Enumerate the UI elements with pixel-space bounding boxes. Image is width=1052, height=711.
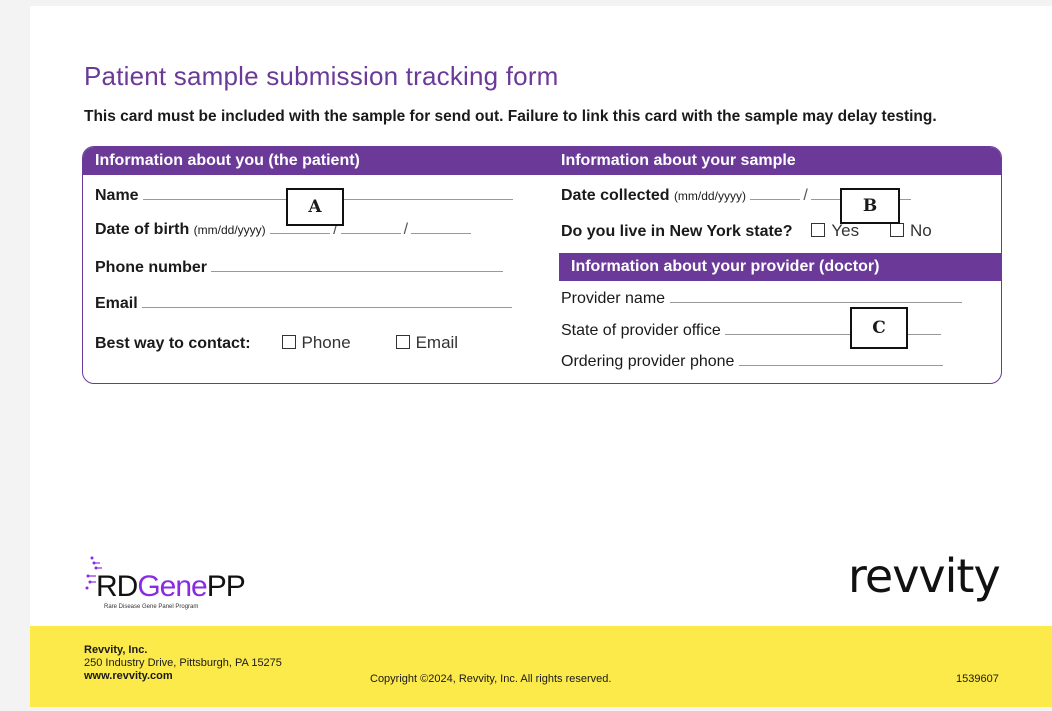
patient-dob-row: Date of birth (mm/dd/yyyy) / / xyxy=(95,221,472,239)
marker-a: A xyxy=(286,188,344,226)
contact-email-checkbox[interactable] xyxy=(395,335,410,349)
logo-tagline: Rare Disease Gene Panel Program xyxy=(104,604,199,610)
patient-email-row: Email xyxy=(95,295,513,313)
logo-wordmark: RDGenePP xyxy=(96,570,246,604)
provider-section-header: Information about your provider (doctor) xyxy=(559,253,1001,281)
patient-dob-format: (mm/dd/yyyy) xyxy=(193,223,266,237)
patient-email-field[interactable] xyxy=(142,306,513,308)
form-subtitle: This card must be included with the samp… xyxy=(84,108,937,125)
ny-no-checkbox[interactable] xyxy=(890,223,905,237)
patient-dob-label: Date of birth xyxy=(95,221,190,238)
patient-dob-month-field[interactable] xyxy=(270,232,331,234)
date-separator: / xyxy=(403,221,409,238)
footer-website-link[interactable]: www.revvity.com xyxy=(84,670,173,682)
sample-date-label: Date collected xyxy=(561,187,670,204)
provider-state-field[interactable] xyxy=(725,333,942,335)
footer-address: 250 Industry Drive, Pittsburgh, PA 15275 xyxy=(84,657,282,669)
date-separator: / xyxy=(803,187,808,204)
footer-copyright: Copyright ©2024, Revvity, Inc. All right… xyxy=(370,673,612,685)
patient-email-label: Email xyxy=(95,295,138,312)
footer-doc-number: 1539607 xyxy=(956,673,999,685)
patient-contact-row: Best way to contact: Phone Email xyxy=(95,333,458,353)
rdgenepp-logo: RDGenePP Rare Disease Gene Panel Program xyxy=(84,554,264,614)
contact-email-option: Email xyxy=(415,333,459,352)
provider-name-field[interactable] xyxy=(669,301,962,303)
provider-phone-label: Ordering provider phone xyxy=(561,353,735,370)
patient-phone-label: Phone number xyxy=(95,259,208,276)
marker-c: C xyxy=(850,307,908,349)
provider-name-row: Provider name xyxy=(561,290,962,308)
sample-date-month-field[interactable] xyxy=(750,198,801,200)
marker-b: B xyxy=(840,188,900,224)
provider-state-label: State of provider office xyxy=(561,322,721,339)
provider-phone-row: Ordering provider phone xyxy=(561,353,943,371)
patient-section-header: Information about you (the patient) xyxy=(83,147,553,175)
ny-yes-checkbox[interactable] xyxy=(811,223,826,237)
contact-phone-checkbox[interactable] xyxy=(281,335,296,349)
sample-date-format: (mm/dd/yyyy) xyxy=(673,189,746,203)
sample-ny-row: Do you live in New York state? Yes No xyxy=(561,221,932,241)
patient-contact-label: Best way to contact: xyxy=(95,335,251,352)
form-card: Patient sample submission tracking form … xyxy=(30,6,1052,707)
patient-name-label: Name xyxy=(95,187,139,204)
logo-gene-text: Gene xyxy=(137,570,207,603)
footer-company: Revvity, Inc. xyxy=(84,644,148,656)
ny-no-option: No xyxy=(910,221,932,240)
patient-phone-field[interactable] xyxy=(211,270,504,272)
contact-phone-option: Phone xyxy=(301,333,351,352)
footer-band: Revvity, Inc. 250 Industry Drive, Pittsb… xyxy=(30,626,1052,707)
logo-rd-text: RD xyxy=(96,570,138,603)
logo-pp-text: PP xyxy=(206,570,246,603)
provider-phone-field[interactable] xyxy=(738,364,943,366)
patient-dob-year-field[interactable] xyxy=(411,232,472,234)
sample-ny-label: Do you live in New York state? xyxy=(561,223,793,240)
revvity-logo: revvity xyxy=(848,549,1001,603)
patient-dob-day-field[interactable] xyxy=(340,232,401,234)
sample-section-header: Information about your sample xyxy=(549,147,1001,175)
form-title: Patient sample submission tracking form xyxy=(84,61,559,91)
patient-phone-row: Phone number xyxy=(95,259,504,277)
provider-name-label: Provider name xyxy=(561,290,666,307)
